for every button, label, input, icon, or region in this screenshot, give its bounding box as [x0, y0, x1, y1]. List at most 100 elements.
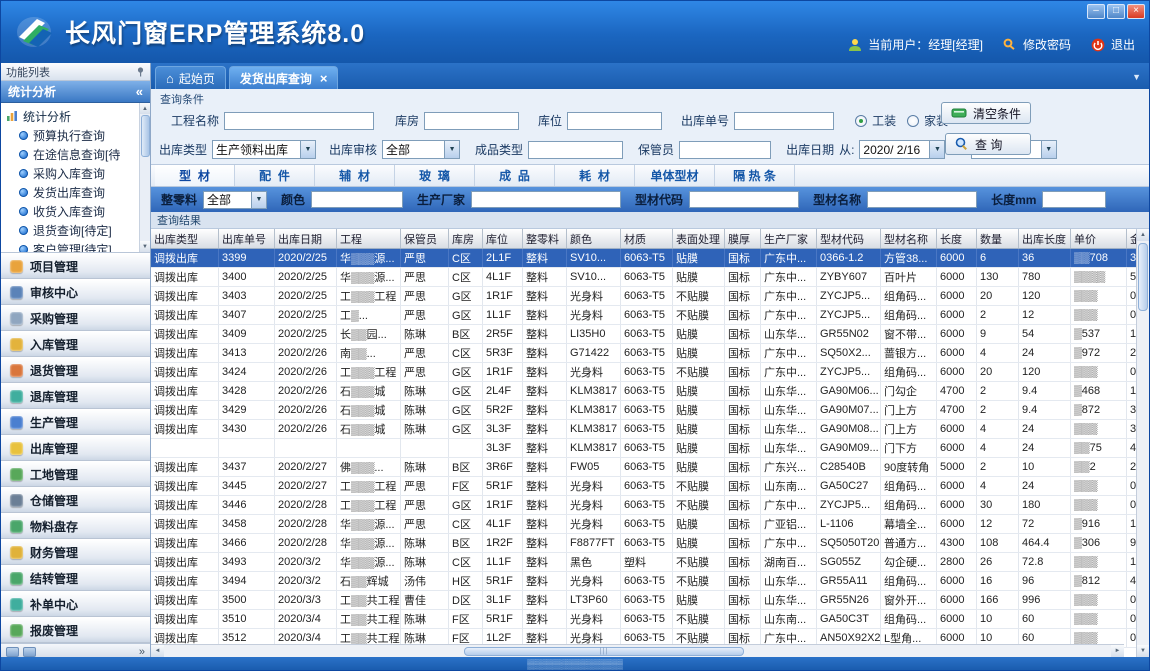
tab-shipping-outbound-query[interactable]: 发货出库查询×: [229, 66, 339, 89]
project-name-input[interactable]: [224, 112, 374, 130]
sidebar-item-finance-mgmt[interactable]: 财务管理: [1, 539, 150, 565]
column-header[interactable]: 单价: [1071, 229, 1127, 248]
pin-icon[interactable]: [136, 67, 145, 77]
sidebar-item-site-mgmt[interactable]: 工地管理: [1, 461, 150, 487]
maximize-button[interactable]: □: [1107, 4, 1125, 19]
material-tab-auxiliary[interactable]: 辅 材: [315, 165, 395, 186]
column-header[interactable]: 膜厚: [725, 229, 761, 248]
table-row[interactable]: 调拨出库34462020/2/28工▒▒▒工程严思G区1R1F整料光身料6063…: [151, 496, 1136, 515]
keeper-input[interactable]: [679, 141, 771, 159]
tree-item[interactable]: 客户管理[待定]: [6, 240, 138, 253]
sidebar-item-carryover-mgmt[interactable]: 结转管理: [1, 565, 150, 591]
table-row[interactable]: 调拨出库34582020/2/28华▒▒▒源...严思C区4L1F整料光身料60…: [151, 515, 1136, 534]
table-row[interactable]: 调拨出库35102020/3/4工▒▒共工程陈琳F区5R1F整料光身料6063-…: [151, 610, 1136, 629]
material-tab-insulation-strip[interactable]: 隔 热 条: [715, 165, 795, 186]
sidebar-item-outbound-mgmt[interactable]: 出库管理: [1, 435, 150, 461]
column-header[interactable]: 库位: [483, 229, 523, 248]
table-row[interactable]: 调拨出库34282020/2/26石▒▒▒城陈琳G区2L4F整料KLM38176…: [151, 382, 1136, 401]
material-tab-accessory[interactable]: 配 件: [235, 165, 315, 186]
column-header[interactable]: 保管员: [401, 229, 449, 248]
tab-home[interactable]: ⌂起始页: [155, 66, 226, 89]
material-tab-profile[interactable]: 型 材: [155, 165, 235, 186]
column-header[interactable]: 出库长度: [1019, 229, 1071, 248]
date-from-picker[interactable]: 2020/ 2/16 ▼: [859, 140, 945, 159]
length-input[interactable]: [1042, 191, 1106, 208]
whole-part-select[interactable]: 全部 ▼: [203, 191, 267, 209]
material-tab-glass[interactable]: 玻 璃: [395, 165, 475, 186]
profile-name-input[interactable]: [867, 191, 977, 208]
column-header[interactable]: 库房: [449, 229, 483, 248]
material-tab-finished[interactable]: 成 品: [475, 165, 555, 186]
column-header[interactable]: 金: [1127, 229, 1136, 248]
search-button[interactable]: 查 询: [945, 133, 1031, 155]
tree-item[interactable]: 预算执行查询: [6, 126, 138, 145]
table-row[interactable]: 调拨出库34302020/2/26石▒▒▒城陈琳G区3L3F整料KLM38176…: [151, 420, 1136, 439]
table-row[interactable]: 调拨出库34072020/2/25工▒...严思G区1L1F整料光身料6063-…: [151, 306, 1136, 325]
out-type-select[interactable]: 生产领料出库 ▼: [212, 140, 316, 159]
column-header[interactable]: 生产厂家: [761, 229, 817, 248]
tab-list-dropdown-icon[interactable]: ▼: [1132, 72, 1141, 82]
scroll-up-icon[interactable]: ▲: [1137, 229, 1149, 241]
logout-link[interactable]: 退出: [1111, 36, 1135, 53]
scroll-down-icon[interactable]: ▼: [140, 241, 151, 252]
sidebar-item-return-goods-mgmt[interactable]: 退货管理: [1, 357, 150, 383]
material-tab-consumable[interactable]: 耗 材: [555, 165, 635, 186]
table-row[interactable]: 调拨出库34292020/2/26石▒▒▒城陈琳G区5R2F整料KLM38176…: [151, 401, 1136, 420]
panel-view-icon[interactable]: [6, 647, 19, 657]
more-icon[interactable]: »: [139, 646, 145, 658]
change-password-link[interactable]: 修改密码: [1023, 36, 1071, 53]
manufacturer-input[interactable]: [471, 191, 621, 208]
table-row[interactable]: 调拨出库34662020/2/28华▒▒▒源...陈琳B区1R2F整料F8877…: [151, 534, 1136, 553]
profile-code-input[interactable]: [689, 191, 799, 208]
close-button[interactable]: ×: [1127, 4, 1145, 19]
tab-close-icon[interactable]: ×: [320, 72, 328, 85]
table-row[interactable]: 调拨出库34452020/2/27工▒▒▒工程严思F区5R1F整料光身料6063…: [151, 477, 1136, 496]
panel-list-icon[interactable]: [23, 647, 36, 657]
tree-item[interactable]: 采购入库查询: [6, 164, 138, 183]
column-header[interactable]: 数量: [977, 229, 1019, 248]
scroll-down-icon[interactable]: ▼: [1137, 645, 1149, 657]
sidebar-item-audit-center[interactable]: 审核中心: [1, 279, 150, 305]
scroll-up-icon[interactable]: ▲: [140, 103, 151, 114]
sidebar-item-warehouse-mgmt[interactable]: 仓储管理: [1, 487, 150, 513]
table-row[interactable]: 调拨出库34032020/2/25工▒▒▒工程严思G区1R1F整料光身料6063…: [151, 287, 1136, 306]
column-header[interactable]: 型材名称: [881, 229, 937, 248]
table-row[interactable]: 调拨出库34372020/2/27佛▒▒▒...陈琳B区3R6F整料FW0560…: [151, 458, 1136, 477]
scroll-right-icon[interactable]: ►: [1111, 645, 1124, 657]
tree-scroll-thumb[interactable]: [141, 115, 150, 157]
table-row[interactable]: 调拨出库34942020/3/2石▒▒辉城汤伟H区5R1F整料光身料6063-T…: [151, 572, 1136, 591]
table-row[interactable]: 调拨出库34932020/3/2华▒▒▒源...陈琳C区1L1F整料黑色塑料不贴…: [151, 553, 1136, 572]
sidebar-item-return-store-mgmt[interactable]: 退库管理: [1, 383, 150, 409]
table-row[interactable]: 调拨出库33992020/2/25华▒▒▒源...严思C区2L1F整料SV10.…: [151, 249, 1136, 268]
table-row[interactable]: 调拨出库34002020/2/25华▒▒▒源...严思C区4L1F整料SV10.…: [151, 268, 1136, 287]
sidebar-item-supplement-center[interactable]: 补单中心: [1, 591, 150, 617]
sidebar-item-project-mgmt[interactable]: 项目管理: [1, 253, 150, 279]
column-header[interactable]: 整零料: [523, 229, 567, 248]
column-header[interactable]: 工程: [337, 229, 401, 248]
column-header[interactable]: 型材代码: [817, 229, 881, 248]
column-header[interactable]: 长度: [937, 229, 977, 248]
sidebar-item-inventory-count[interactable]: 物料盘存: [1, 513, 150, 539]
scroll-left-icon[interactable]: ◄: [151, 645, 164, 657]
order-no-input[interactable]: [734, 112, 834, 130]
column-header[interactable]: 材质: [621, 229, 673, 248]
sidebar-item-scrap-mgmt[interactable]: 报废管理: [1, 617, 150, 643]
location-input[interactable]: [567, 112, 662, 130]
tree-item[interactable]: 收货入库查询: [6, 202, 138, 221]
warehouse-input[interactable]: [424, 112, 519, 130]
table-row[interactable]: 调拨出库35002020/3/3工▒▒共工程曹佳D区3L1F整料LT3P6060…: [151, 591, 1136, 610]
table-row[interactable]: 调拨出库34132020/2/26南▒▒...严思C区5R3F整料G714226…: [151, 344, 1136, 363]
vertical-scrollbar[interactable]: ▲ ▼: [1136, 229, 1149, 657]
sidebar-item-production-mgmt[interactable]: 生产管理: [1, 409, 150, 435]
tree-item[interactable]: 发货出库查询: [6, 183, 138, 202]
table-row[interactable]: 3L3F整料KLM38176063-T5贴膜国标山东华...GA90M09...…: [151, 439, 1136, 458]
tree-scrollbar[interactable]: ▲ ▼: [139, 103, 150, 252]
color-input[interactable]: [311, 191, 403, 208]
work-decoration-radio[interactable]: [855, 115, 867, 127]
home-decoration-radio[interactable]: [907, 115, 919, 127]
sidebar-item-purchase-mgmt[interactable]: 采购管理: [1, 305, 150, 331]
product-type-input[interactable]: [528, 141, 623, 159]
vscroll-thumb[interactable]: [1138, 243, 1148, 311]
collapse-icon[interactable]: «: [136, 84, 143, 99]
column-header[interactable]: 出库日期: [275, 229, 337, 248]
